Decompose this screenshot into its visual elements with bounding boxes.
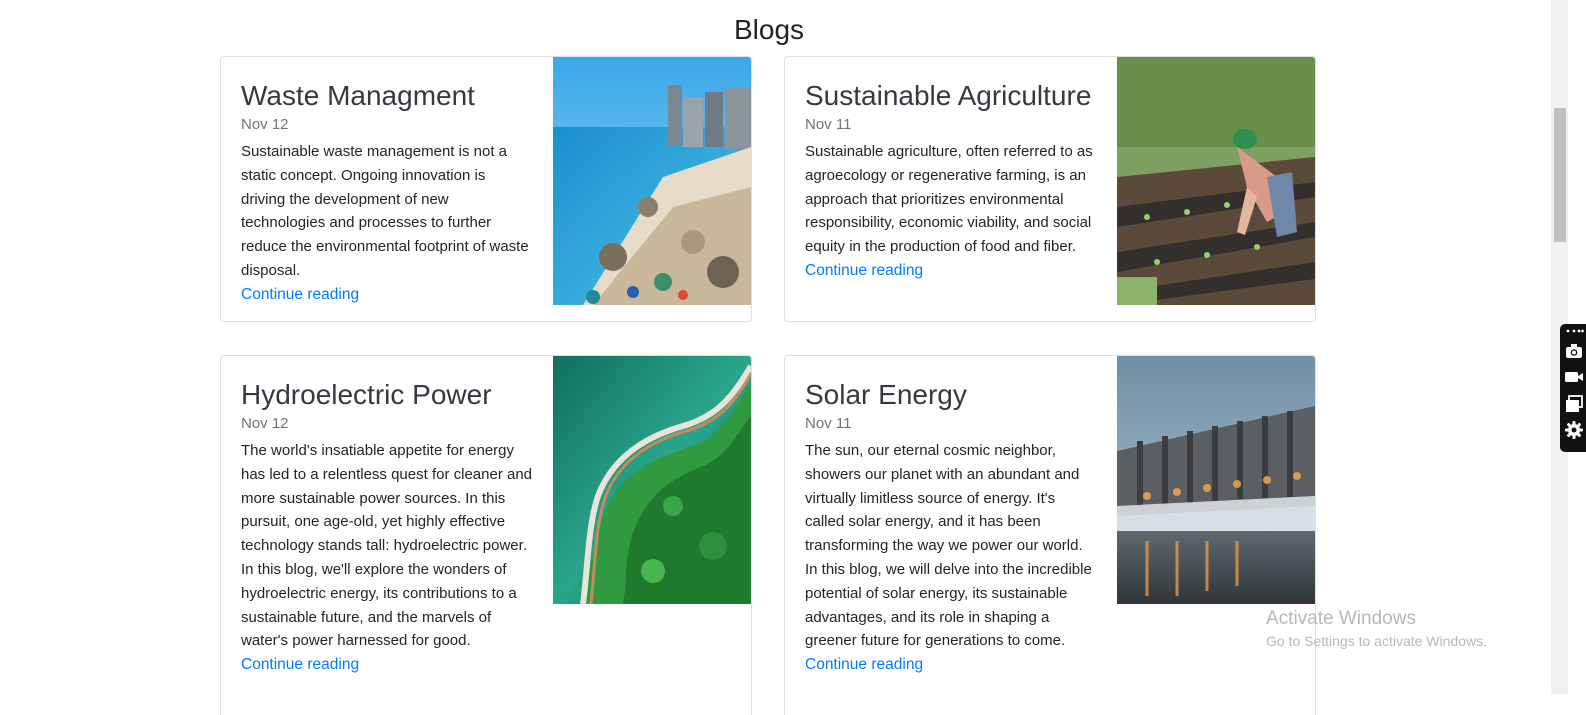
card-body: Waste Managment Nov 12 Sustainable waste…	[241, 77, 533, 306]
screen-capture-toolbar	[1560, 324, 1586, 452]
card-body: Hydroelectric Power Nov 12 The world's i…	[241, 376, 533, 676]
card-image-aerial-dam	[553, 356, 751, 604]
continue-reading-link[interactable]: Continue reading	[805, 259, 1097, 282]
card-date: Nov 12	[241, 116, 289, 133]
card-image-beach-waste	[553, 57, 751, 305]
blog-card-sustainable-agriculture: Sustainable Agriculture Nov 11 Sustainab…	[784, 56, 1316, 322]
card-title: Solar Energy	[805, 379, 967, 410]
card-body: Solar Energy Nov 11 The sun, our eternal…	[805, 376, 1097, 676]
card-body: Sustainable Agriculture Nov 11 Sustainab…	[805, 77, 1097, 282]
blog-card-hydroelectric-power: Hydroelectric Power Nov 12 The world's i…	[220, 355, 752, 715]
scrollbar-thumb[interactable]	[1554, 108, 1566, 242]
card-excerpt: Sustainable waste management is not a st…	[241, 143, 529, 279]
card-excerpt: The world's insatiable appetite for ener…	[241, 442, 533, 650]
continue-reading-link[interactable]: Continue reading	[241, 283, 533, 306]
card-date: Nov 12	[241, 415, 289, 432]
window-icon[interactable]	[1564, 394, 1584, 414]
page-title: Blogs	[733, 14, 805, 45]
card-title: Hydroelectric Power	[241, 379, 492, 410]
card-title: Sustainable Agriculture	[805, 80, 1092, 111]
card-excerpt: The sun, our eternal cosmic neighbor, sh…	[805, 442, 1092, 650]
video-camera-icon[interactable]	[1564, 367, 1584, 387]
continue-reading-link[interactable]: Continue reading	[241, 653, 533, 676]
blog-card-waste-management: Waste Managment Nov 12 Sustainable waste…	[220, 56, 752, 322]
card-date: Nov 11	[805, 415, 852, 432]
camera-icon[interactable]	[1564, 341, 1584, 361]
more-icon[interactable]	[1564, 324, 1584, 338]
card-date: Nov 11	[805, 116, 852, 133]
card-title: Waste Managment	[241, 80, 475, 111]
blog-card-solar-energy: Solar Energy Nov 11 The sun, our eternal…	[784, 355, 1316, 715]
card-image-dam-spillway	[1117, 356, 1315, 604]
gear-icon[interactable]	[1564, 420, 1584, 440]
card-excerpt: Sustainable agriculture, often referred …	[805, 143, 1093, 256]
card-image-farmer	[1117, 57, 1315, 305]
continue-reading-link[interactable]: Continue reading	[805, 653, 1097, 676]
